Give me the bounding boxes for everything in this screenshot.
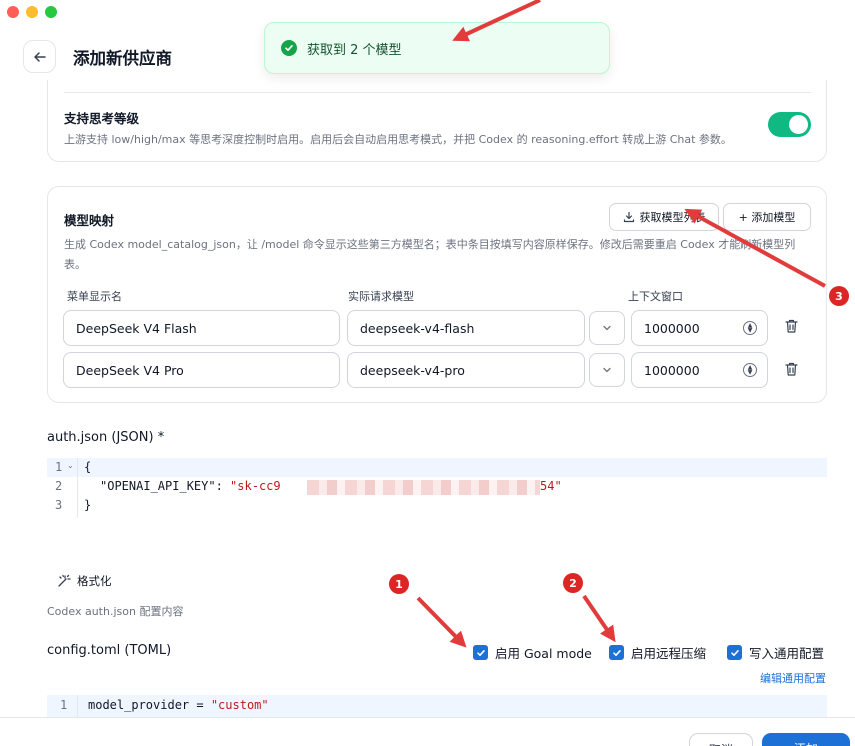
annotation-arrow-3	[684, 208, 826, 288]
annotation-badge-1: 1	[389, 574, 409, 594]
annotation-badge-3: 3	[829, 286, 849, 306]
annotation-arrow-toast	[452, 0, 541, 42]
annotation-arrows	[416, 0, 826, 648]
annotation-arrow-2	[582, 594, 616, 643]
annotation-arrow-1	[416, 596, 467, 648]
annotation-badge-2: 2	[563, 573, 583, 593]
